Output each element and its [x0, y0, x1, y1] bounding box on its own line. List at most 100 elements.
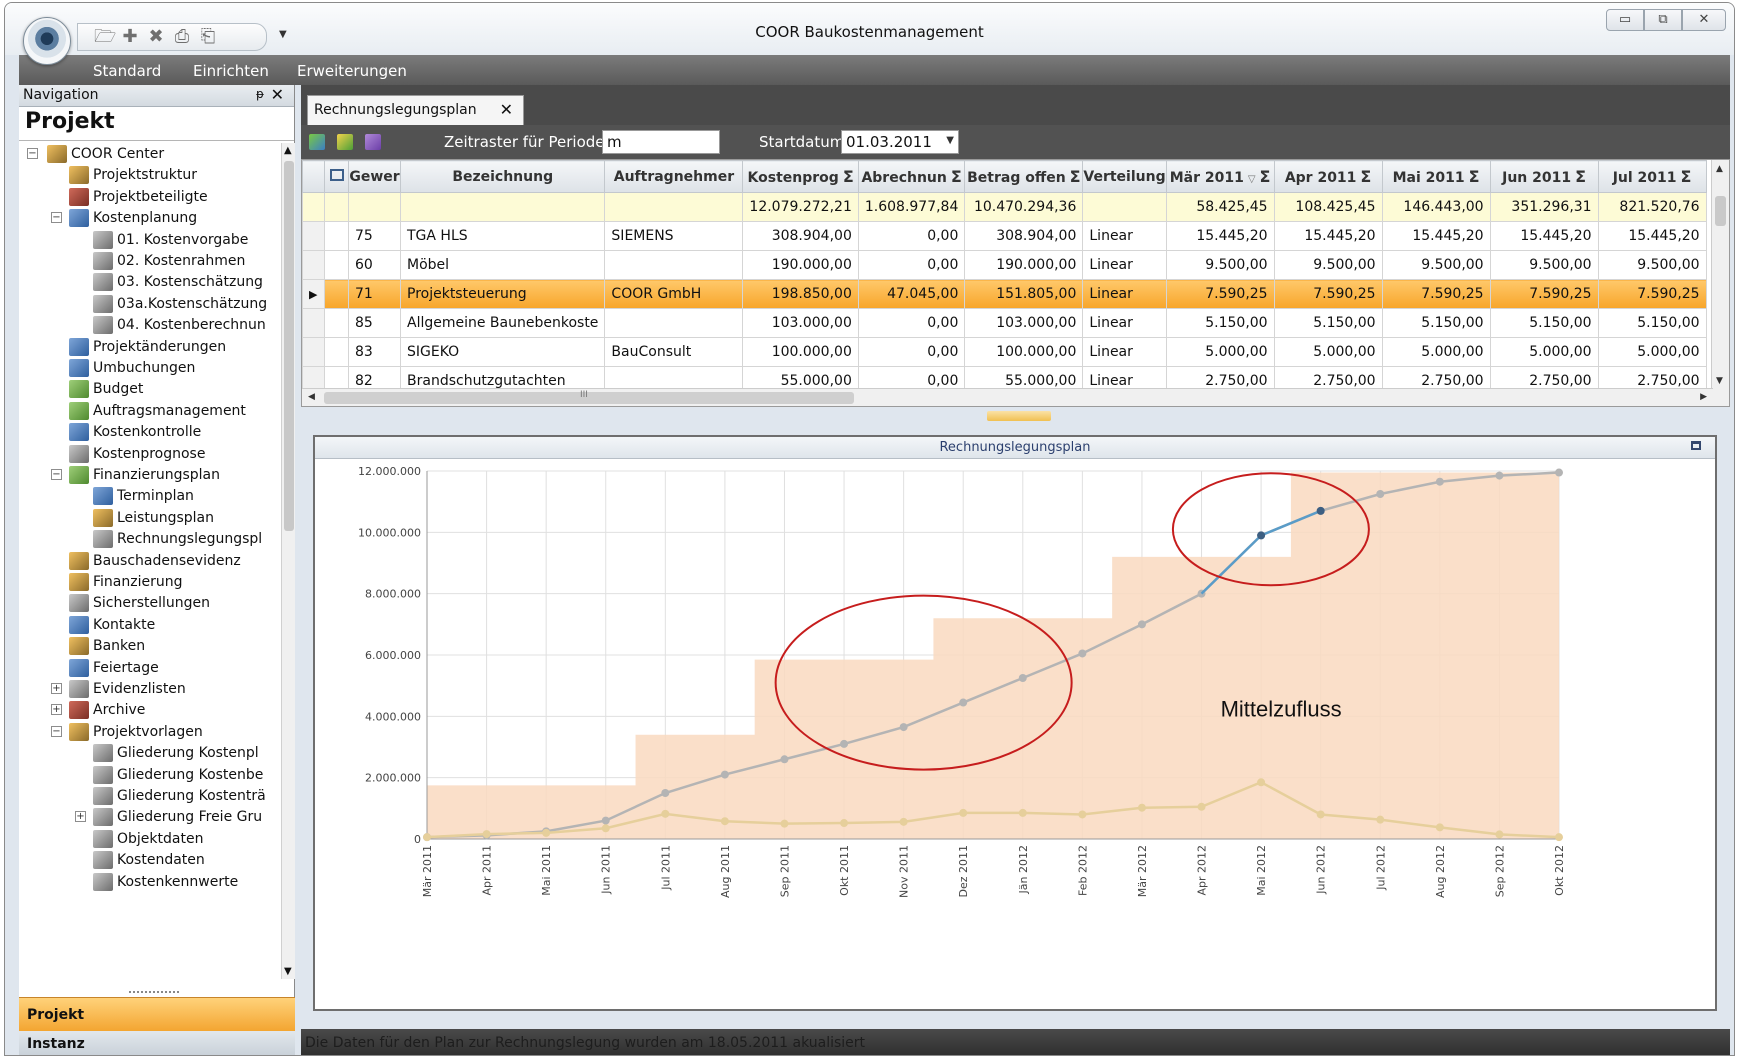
calculator-icon[interactable] [365, 134, 381, 150]
grid-cell[interactable]: 9.500,00 [1381, 250, 1491, 280]
grid-cell[interactable]: 7.590,25 [1597, 279, 1707, 309]
monthly-point[interactable] [1257, 778, 1266, 787]
grid-cell[interactable]: 5.000,00 [1381, 337, 1491, 367]
monthly-point[interactable] [661, 809, 670, 818]
tree-item[interactable]: Kostendaten [93, 849, 205, 871]
grid-cell[interactable]: Projektsteuerung [399, 279, 606, 309]
cumulative-point[interactable] [780, 755, 789, 764]
tree-item[interactable]: Umbuchungen [69, 357, 195, 379]
column-header[interactable]: Mai 2011 Σ [1381, 160, 1491, 193]
monthly-point[interactable] [1376, 815, 1385, 824]
scroll-right-icon[interactable]: ▶ [1700, 392, 1707, 402]
table-row[interactable]: 60 Möbel 190.000,00 0,00 190.000,00 Linear 9.5… [302, 250, 1707, 280]
expand-icon[interactable]: + [51, 704, 62, 716]
grid-cell[interactable]: 198.850,00 [742, 279, 859, 309]
tree-item[interactable]: 01. Kostenvorgabe [93, 229, 248, 251]
scroll-up-icon[interactable]: ▲ [1716, 164, 1723, 174]
close-icon[interactable]: ✕ [500, 100, 513, 119]
column-header[interactable]: Abrechnun Σ [857, 160, 966, 193]
cumulative-point[interactable] [1495, 471, 1504, 480]
startdatum-select[interactable]: 01.03.2011 ▼ [841, 130, 959, 154]
application-menu-button[interactable] [23, 17, 71, 65]
highlighted-point[interactable] [1316, 506, 1325, 515]
monthly-point[interactable] [1495, 830, 1504, 839]
column-chooser-button[interactable] [324, 160, 349, 193]
monthly-point[interactable] [1137, 803, 1146, 812]
grid-cell[interactable]: Linear [1082, 250, 1167, 280]
collapse-icon[interactable]: − [27, 148, 38, 159]
grid-cell[interactable]: 9.500,00 [1597, 250, 1707, 280]
column-header[interactable]: Jun 2011 Σ [1489, 160, 1599, 193]
grid-cell[interactable]: 71 [348, 279, 401, 309]
column-header[interactable]: Kostenprog Σ [742, 160, 859, 193]
grid-cell[interactable]: 9.500,00 [1165, 250, 1275, 280]
tree-item[interactable]: Budget [69, 378, 143, 400]
grid-cell[interactable]: 7.590,25 [1165, 279, 1275, 309]
grid-cell[interactable]: 5.000,00 [1489, 337, 1599, 367]
row-indicator[interactable] [302, 250, 325, 280]
tree-item[interactable]: 02. Kostenrahmen [93, 250, 245, 272]
table-row[interactable]: 83 SIGEKO BauConsult 100.000,00 0,00 100.000,… [302, 337, 1707, 367]
tree-item[interactable]: Kontakte [69, 614, 155, 636]
refresh-chart-icon[interactable] [337, 134, 353, 150]
chart-settings-icon[interactable] [309, 134, 325, 150]
column-header[interactable]: Verteilung [1082, 160, 1167, 193]
minimize-button[interactable]: ▭ [1606, 9, 1644, 31]
grid-cell[interactable]: 0,00 [857, 250, 966, 280]
splitter-grip[interactable] [129, 991, 179, 995]
tree-item[interactable]: Gliederung Kostenpl [93, 742, 259, 764]
tree-item[interactable]: Bauschadensevidenz [69, 550, 241, 572]
grid-cell[interactable]: 15.445,20 [1381, 221, 1491, 251]
tree-item[interactable]: Kostenkontrolle [69, 421, 201, 443]
grid-cell[interactable]: 5.150,00 [1165, 308, 1275, 338]
grid-cell[interactable]: 190.000,00 [964, 250, 1084, 280]
scroll-down-icon[interactable]: ▼ [1716, 376, 1723, 386]
grid-cell[interactable]: 5.150,00 [1381, 308, 1491, 338]
grid-cell[interactable]: Linear [1082, 279, 1167, 309]
collapse-icon[interactable]: − [51, 725, 62, 737]
sum-icon[interactable]: Σ [1070, 167, 1081, 186]
grid-cell[interactable]: 5.150,00 [1489, 308, 1599, 338]
grid-cell[interactable]: Möbel [399, 250, 606, 280]
grid-cell[interactable]: 9.500,00 [1273, 250, 1383, 280]
sum-icon[interactable]: Σ [1681, 167, 1692, 186]
collapse-icon[interactable]: − [51, 469, 62, 480]
monthly-point[interactable] [1018, 808, 1027, 817]
grid-cell[interactable]: 103.000,00 [964, 308, 1084, 338]
cumulative-point[interactable] [1555, 468, 1563, 477]
monthly-point[interactable] [780, 819, 789, 828]
grid-cell[interactable]: 5.000,00 [1165, 337, 1275, 367]
tree-item[interactable]: Projektbeteiligte [69, 186, 208, 208]
monthly-point[interactable] [542, 828, 551, 837]
cumulative-point[interactable] [720, 770, 729, 779]
grid-cell[interactable]: 308.904,00 [964, 221, 1084, 251]
cumulative-point[interactable] [899, 723, 908, 732]
grid-cell[interactable]: 5.150,00 [1273, 308, 1383, 338]
scroll-up-icon[interactable]: ▲ [284, 145, 292, 156]
sum-icon[interactable]: Σ [1469, 167, 1480, 186]
grid-cell[interactable]: 151.805,00 [964, 279, 1084, 309]
sum-icon[interactable]: Σ [951, 167, 962, 186]
grid-cell[interactable]: 15.445,20 [1273, 221, 1383, 251]
monthly-point[interactable] [959, 808, 968, 817]
navigation-scrollbar[interactable]: ▲ ▼ [281, 143, 295, 979]
tree-item[interactable]: 03a.Kostenschätzung [93, 293, 267, 315]
grid-cell[interactable] [604, 250, 744, 280]
tree-item[interactable]: − COOR Center [27, 143, 164, 165]
tree-item[interactable]: Projektstruktur [69, 164, 197, 186]
grid-cell[interactable]: 7.590,25 [1381, 279, 1491, 309]
tree-item[interactable]: Terminplan [93, 485, 194, 507]
expand-icon[interactable]: + [51, 683, 62, 694]
cumulative-point[interactable] [1137, 620, 1146, 629]
restore-button[interactable]: ⧉ [1644, 9, 1682, 31]
scroll-thumb[interactable]: III [324, 390, 854, 404]
column-header[interactable]: Jul 2011 Σ [1597, 160, 1707, 193]
grid-cell[interactable]: 9.500,00 [1489, 250, 1599, 280]
tree-item[interactable]: 03. Kostenschätzung [93, 271, 263, 293]
monthly-point[interactable] [1197, 802, 1206, 811]
sum-icon[interactable]: Σ [1360, 167, 1371, 186]
scroll-left-icon[interactable]: ◀ [308, 392, 315, 402]
collapse-icon[interactable]: − [51, 212, 62, 224]
grid-cell[interactable]: Linear [1082, 337, 1167, 367]
grid-cell[interactable]: TGA HLS [399, 221, 606, 251]
